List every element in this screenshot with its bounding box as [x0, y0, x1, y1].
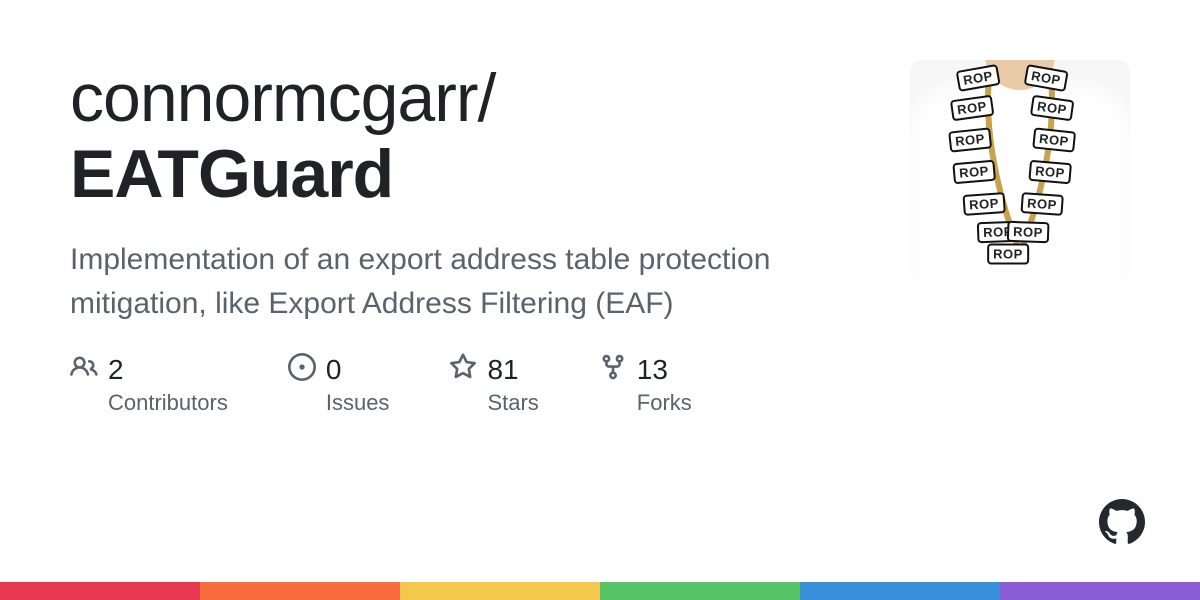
- rainbow-seg-6: [1000, 582, 1200, 600]
- stat-issues-label: Issues: [326, 390, 390, 416]
- github-logo-icon: [1099, 499, 1145, 545]
- rainbow-seg-2: [200, 582, 400, 600]
- rainbow-seg-4: [600, 582, 800, 600]
- stat-contributors-label: Contributors: [108, 390, 228, 416]
- avatar-shirt: [910, 78, 1130, 280]
- main-row: connormcgarr/ EATGuard Implementation of…: [70, 60, 1130, 416]
- stat-forks[interactable]: 13 Forks: [599, 353, 692, 416]
- rainbow-seg-1: [0, 582, 200, 600]
- stat-stars-label: Stars: [487, 390, 538, 416]
- rainbow-seg-3: [400, 582, 600, 600]
- repo-owner[interactable]: connormcgarr: [70, 60, 478, 136]
- repo-name[interactable]: EATGuard: [70, 136, 850, 212]
- repo-forked-icon: [599, 353, 627, 386]
- stat-contributors-top: 2: [70, 353, 228, 386]
- stat-issues-value: 0: [326, 354, 342, 386]
- rainbow-bar: [0, 582, 1200, 600]
- stat-contributors[interactable]: 2 Contributors: [70, 353, 228, 416]
- stat-stars[interactable]: 81 Stars: [449, 353, 538, 416]
- text-column: connormcgarr/ EATGuard Implementation of…: [70, 60, 850, 416]
- stats-row: 2 Contributors 0 Issues: [70, 353, 850, 416]
- stat-forks-top: 13: [599, 353, 692, 386]
- repo-avatar: ROPROPROPROPROPROPROPROPROPROPROPROPROP: [910, 60, 1130, 280]
- repo-social-card: connormcgarr/ EATGuard Implementation of…: [0, 0, 1200, 600]
- stat-forks-value: 13: [637, 354, 668, 386]
- stat-contributors-value: 2: [108, 354, 124, 386]
- stat-stars-top: 81: [449, 353, 538, 386]
- people-icon: [70, 353, 98, 386]
- stat-issues[interactable]: 0 Issues: [288, 353, 390, 416]
- repo-title: connormcgarr/ EATGuard: [70, 60, 850, 212]
- repo-description: Implementation of an export address tabl…: [70, 238, 830, 325]
- star-icon: [449, 353, 477, 386]
- stat-forks-label: Forks: [637, 390, 692, 416]
- issue-opened-icon: [288, 353, 316, 386]
- owner-repo-separator: /: [478, 60, 496, 136]
- rainbow-seg-5: [800, 582, 1000, 600]
- stat-stars-value: 81: [487, 354, 518, 386]
- stat-issues-top: 0: [288, 353, 390, 386]
